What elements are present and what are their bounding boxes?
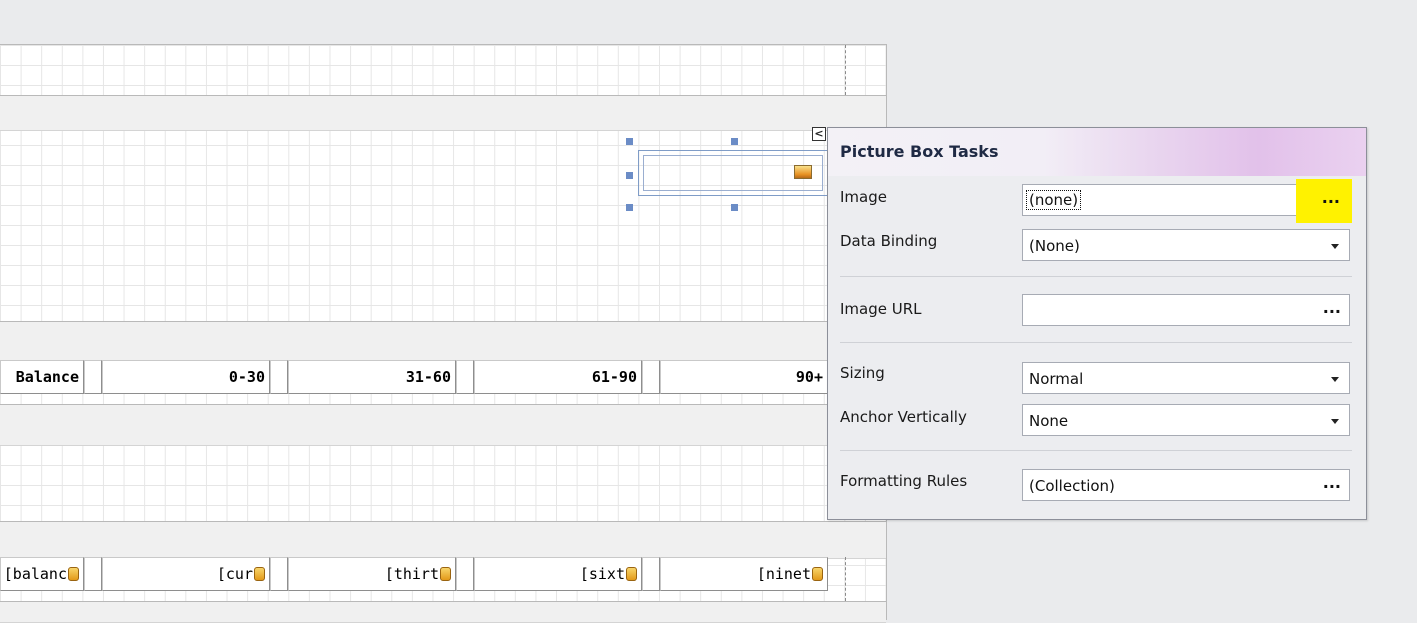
page-margin-line [845, 557, 846, 601]
detail-field-text: [ninet [756, 565, 811, 583]
panel-separator [840, 450, 1352, 451]
picture-icon [794, 165, 812, 179]
formatting-rules-label: Formatting Rules [840, 472, 968, 490]
task-panel-header: Picture Box Tasks [828, 128, 1366, 176]
chevron-down-icon [1331, 377, 1339, 382]
image-field[interactable]: (none) ... [1022, 179, 1352, 223]
image-label: Image [840, 188, 887, 206]
detail-cell-sixty[interactable]: [sixt [474, 557, 642, 591]
detail-spacer-cell[interactable] [270, 557, 288, 591]
header-spacer-cell[interactable] [642, 360, 660, 394]
header-cell-31-60[interactable]: 31-60 [288, 360, 456, 394]
sizing-label: Sizing [840, 364, 885, 382]
database-field-icon [254, 567, 265, 581]
image-value: (none) [1026, 190, 1082, 210]
band-separator [0, 95, 886, 131]
page-margin-line [845, 45, 846, 95]
database-field-icon [68, 567, 79, 581]
anchor-vertically-dropdown[interactable]: None [1022, 404, 1350, 436]
header-spacer-cell[interactable] [84, 360, 102, 394]
ellipsis-icon[interactable]: ... [1323, 473, 1341, 492]
formatting-rules-value: (Collection) [1029, 477, 1115, 495]
detail-field-text: [sixt [579, 565, 625, 583]
detail-cell-current[interactable]: [cur [102, 557, 270, 591]
header-cell-90-plus[interactable]: 90+ [660, 360, 828, 394]
formatting-rules-field[interactable]: (Collection) ... [1022, 469, 1350, 501]
sizing-value: Normal [1029, 370, 1084, 388]
image-browse-button[interactable]: ... [1296, 179, 1352, 223]
resize-handle-bottom[interactable] [731, 204, 738, 211]
header-spacer-cell[interactable] [270, 360, 288, 394]
header-cell-balance[interactable]: Balance [0, 360, 84, 394]
sizing-dropdown[interactable]: Normal [1022, 362, 1350, 394]
chevron-down-icon [1331, 244, 1339, 249]
image-url-label: Image URL [840, 300, 922, 318]
band-separator [0, 521, 886, 559]
anchor-vertically-label: Anchor Vertically [840, 408, 967, 426]
panel-separator [840, 276, 1352, 277]
header-spacer-cell[interactable] [456, 360, 474, 394]
panel-separator [840, 342, 1352, 343]
detail-field-text: [thirt [384, 565, 439, 583]
resize-handle-left[interactable] [626, 172, 633, 179]
detail-spacer-cell[interactable] [84, 557, 102, 591]
detail-cell-balance[interactable]: [balanc [0, 557, 84, 591]
smart-tag-collapse-icon[interactable]: < [812, 127, 826, 141]
detail-field-text: [balanc [3, 565, 67, 583]
resize-handle-bottom-left[interactable] [626, 204, 633, 211]
detail-cell-ninety[interactable]: [ninet [660, 557, 828, 591]
resize-handle-top[interactable] [731, 138, 738, 145]
band-separator [0, 321, 886, 361]
detail-cell-thirty[interactable]: [thirt [288, 557, 456, 591]
data-binding-value: (None) [1029, 237, 1080, 255]
anchor-vertically-value: None [1029, 412, 1069, 430]
database-field-icon [626, 567, 637, 581]
band-separator [0, 404, 886, 446]
picture-box-tasks-panel: Picture Box Tasks Image (none) ... Data … [827, 127, 1367, 520]
detail-spacer-cell[interactable] [642, 557, 660, 591]
header-cell-61-90[interactable]: 61-90 [474, 360, 642, 394]
header-cell-0-30[interactable]: 0-30 [102, 360, 270, 394]
data-binding-dropdown[interactable]: (None) [1022, 229, 1350, 261]
data-binding-label: Data Binding [840, 232, 938, 250]
database-field-icon [440, 567, 451, 581]
report-design-surface[interactable] [0, 44, 887, 623]
detail-field-text: [cur [216, 565, 253, 583]
detail-spacer-cell[interactable] [456, 557, 474, 591]
task-panel-title: Picture Box Tasks [840, 142, 999, 161]
image-url-field[interactable]: ... [1022, 294, 1350, 326]
ellipsis-icon: ... [1321, 188, 1340, 207]
chevron-down-icon [1331, 419, 1339, 424]
database-field-icon [812, 567, 823, 581]
resize-handle-top-left[interactable] [626, 138, 633, 145]
ellipsis-icon[interactable]: ... [1323, 298, 1341, 317]
